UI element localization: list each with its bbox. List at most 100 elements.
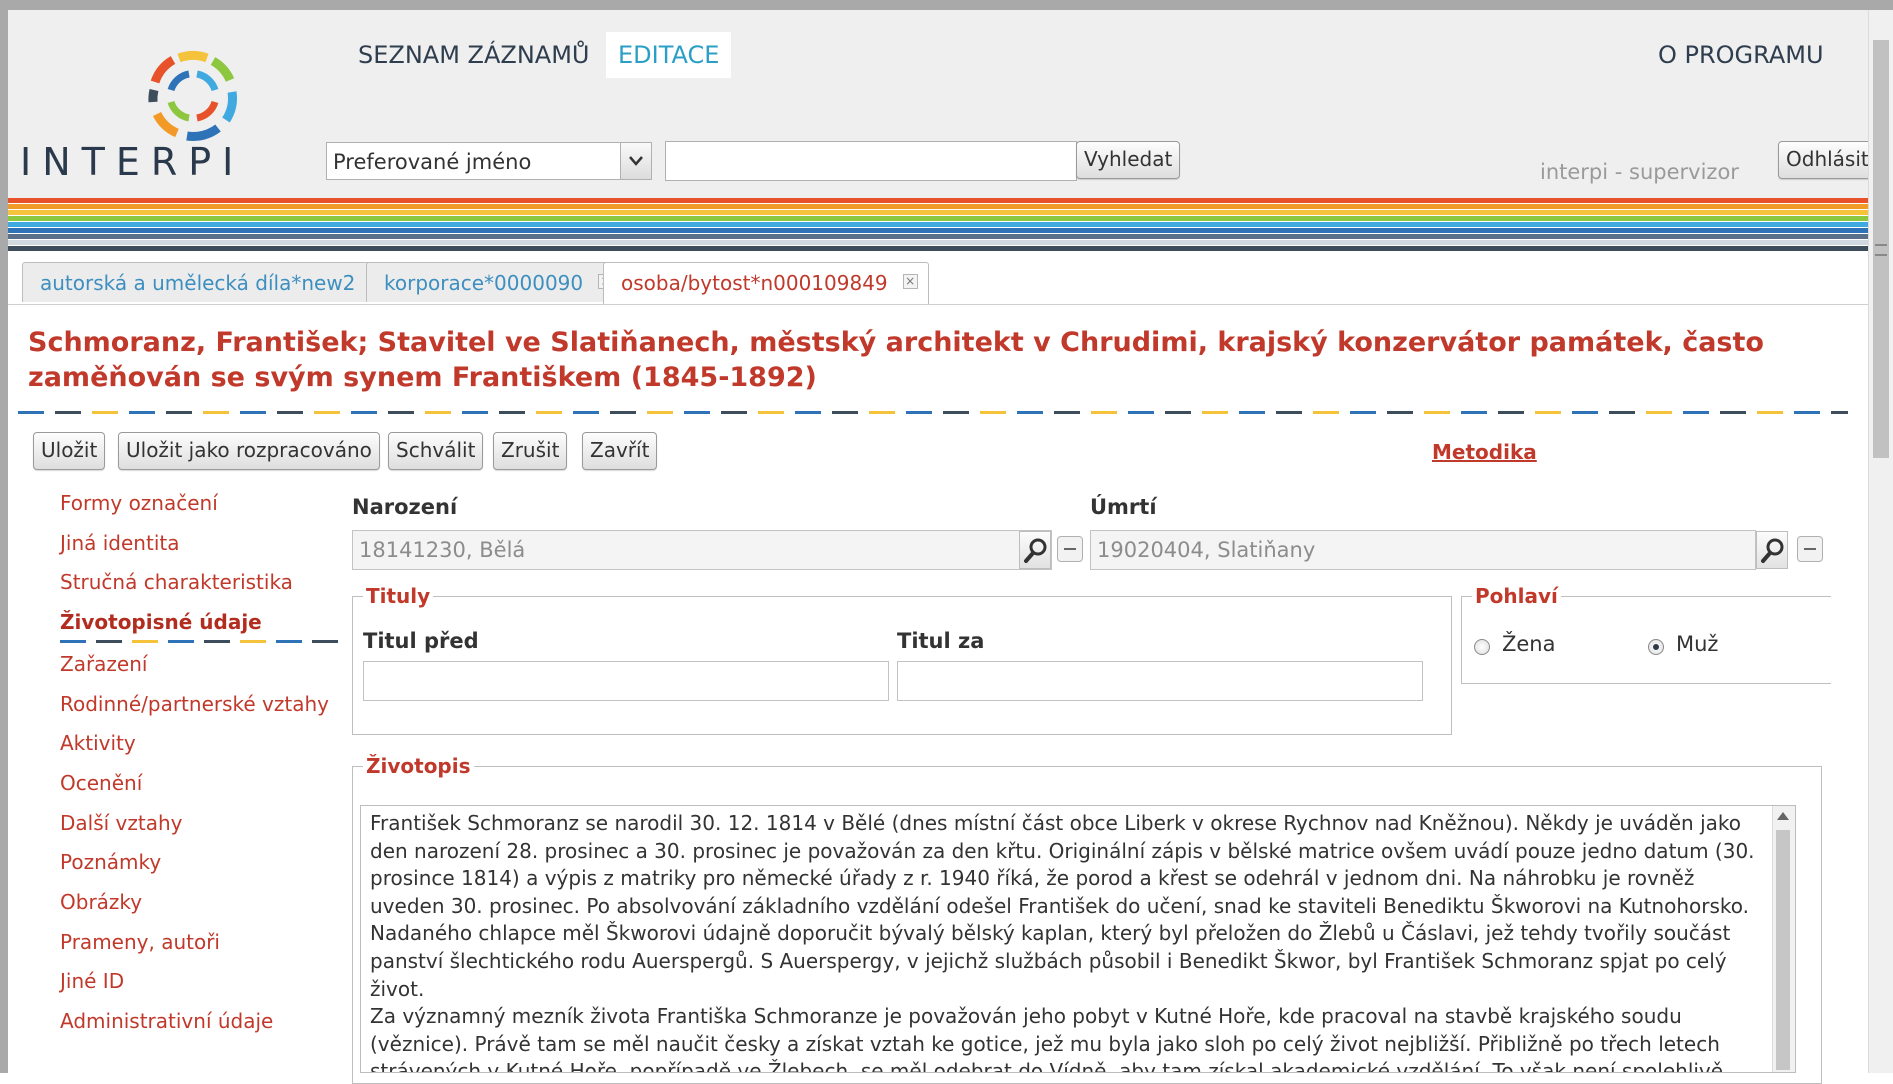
gender-label-muz: Muž [1676, 632, 1719, 656]
stripe [8, 240, 1868, 245]
logo-text: INTERPI [20, 140, 245, 184]
bio-scroll-thumb[interactable] [1776, 830, 1790, 1070]
divider-dash [758, 411, 784, 414]
gender-label-zena: Žena [1502, 632, 1556, 656]
divider-dash [1831, 411, 1848, 414]
tab-autorska-dila[interactable]: autorská a umělecká díla*new2 × [22, 262, 397, 302]
divider-dash [1683, 411, 1709, 414]
divider-dash [60, 640, 86, 643]
search-icon[interactable] [1756, 531, 1788, 569]
nav-editace[interactable]: EDITACE [606, 32, 732, 78]
divider-dash [129, 411, 155, 414]
divider-dash [610, 411, 636, 414]
tab-osoba[interactable]: osoba/bytost*n000109849 × [603, 262, 929, 304]
sidebar-item-obrazky[interactable]: Obrázky [60, 890, 142, 914]
birth-label: Narození [352, 495, 458, 519]
nav-o-programu[interactable]: O PROGRAMU [1646, 32, 1836, 78]
sidebar-item-strucna-charakteristika[interactable]: Stručná charakteristika [60, 570, 293, 594]
death-field[interactable]: 19020404, Slatiňany [1090, 530, 1756, 570]
stripe [8, 222, 1868, 227]
divider-dash [1165, 411, 1191, 414]
divider-dash [1350, 411, 1376, 414]
divider-dash [1572, 411, 1598, 414]
cancel-button[interactable]: Zrušit [493, 432, 568, 470]
remove-icon[interactable] [1797, 536, 1823, 562]
divider-dash [1313, 411, 1339, 414]
close-icon[interactable]: × [902, 274, 918, 289]
tab-korporace[interactable]: korporace*0000090 × [366, 262, 625, 302]
user-label: interpi - supervizor [1540, 160, 1739, 184]
divider-dash [1091, 411, 1117, 414]
divider-dash [1054, 411, 1080, 414]
close-button[interactable]: Zavřít [582, 432, 658, 470]
chevron-down-icon[interactable] [620, 143, 651, 179]
divider-dash [795, 411, 821, 414]
search-type-select[interactable]: Preferované jméno [326, 142, 652, 180]
scroll-up-icon[interactable] [1777, 812, 1789, 820]
gender-radio-zena[interactable] [1474, 639, 1490, 655]
divider-dash [204, 640, 230, 643]
sidebar-item-formy-oznaceni[interactable]: Formy označení [60, 491, 218, 515]
record-title: Schmoranz, František; Stavitel ve Slatiň… [28, 327, 1764, 393]
sidebar-item-poznamky[interactable]: Poznámky [60, 850, 161, 874]
divider-dash [1128, 411, 1154, 414]
divider-dash [536, 411, 562, 414]
bio-legend: Životopis [366, 754, 471, 778]
sidebar-item-administrativni-udaje[interactable]: Administrativní údaje [60, 1009, 273, 1033]
divider-dash [1646, 411, 1672, 414]
title-after-label: Titul za [897, 629, 985, 653]
gender-radio-muz[interactable] [1648, 639, 1664, 655]
search-button[interactable]: Vyhledat [1076, 141, 1181, 179]
divider-dash [1757, 411, 1783, 414]
search-icon[interactable] [1019, 531, 1051, 569]
divider-dash [166, 411, 192, 414]
tab-label: autorská a umělecká díla*new2 [40, 271, 356, 295]
title-before-input[interactable] [363, 661, 889, 701]
sidebar-item-prameny[interactable]: Prameny, autoři [60, 930, 220, 954]
gender-legend: Pohlaví [1475, 584, 1558, 608]
metodika-link[interactable]: Metodika [1432, 440, 1537, 464]
sidebar-item-oceneni[interactable]: Ocenění [60, 771, 142, 795]
divider-dash [980, 411, 1006, 414]
nav-seznam-zaznamu[interactable]: SEZNAM ZÁZNAMŮ [346, 32, 602, 78]
sidebar-item-aktivity[interactable]: Aktivity [60, 731, 136, 755]
bio-textarea[interactable]: František Schmoranz se narodil 30. 12. 1… [360, 805, 1796, 1073]
divider-dash [1535, 411, 1561, 414]
sidebar-item-jine-id[interactable]: Jiné ID [60, 969, 124, 993]
divider-dash [92, 411, 118, 414]
divider-dash [314, 411, 340, 414]
stripe [8, 228, 1868, 233]
bio-scrollbar[interactable] [1772, 806, 1795, 1072]
title-after-input[interactable] [897, 661, 1423, 701]
divider-dash [869, 411, 895, 414]
divider-dash [55, 411, 81, 414]
divider-dash [906, 411, 932, 414]
save-draft-button[interactable]: Uložit jako rozpracováno [118, 432, 380, 470]
sidebar-item-jina-identita[interactable]: Jiná identita [60, 531, 179, 555]
approve-button[interactable]: Schválit [388, 432, 484, 470]
save-button[interactable]: Uložit [33, 432, 106, 470]
titles-fieldset: Tituly [352, 584, 1452, 735]
remove-icon[interactable] [1057, 536, 1083, 562]
divider-dash [721, 411, 747, 414]
logout-button[interactable]: Odhlásit [1778, 141, 1877, 179]
divider-dash [168, 640, 194, 643]
divider-dash [1424, 411, 1450, 414]
sidebar-item-zivotopisne-udaje[interactable]: Životopisné údaje [60, 610, 262, 634]
search-input[interactable] [665, 141, 1077, 181]
divider-dash [1276, 411, 1302, 414]
divider-dash [462, 411, 488, 414]
divider-dash [388, 411, 414, 414]
page-scrollbar[interactable] [1868, 10, 1893, 1073]
divider-dash [832, 411, 858, 414]
divider-dash [276, 640, 302, 643]
sidebar-item-dalsi-vztahy[interactable]: Další vztahy [60, 811, 183, 835]
sidebar-item-zarazeni[interactable]: Zařazení [60, 652, 147, 676]
search-type-value: Preferované jméno [333, 150, 532, 174]
header: INTERPI SEZNAM ZÁZNAMŮ EDITACE O PROGRAM… [8, 10, 1877, 198]
divider-dash [277, 411, 303, 414]
sidebar-item-rodinne-vztahy[interactable]: Rodinné/partnerské vztahy [60, 692, 329, 716]
birth-field[interactable]: 18141230, Bělá [352, 530, 1052, 570]
divider-dash [312, 640, 338, 643]
divider-dash [203, 411, 229, 414]
